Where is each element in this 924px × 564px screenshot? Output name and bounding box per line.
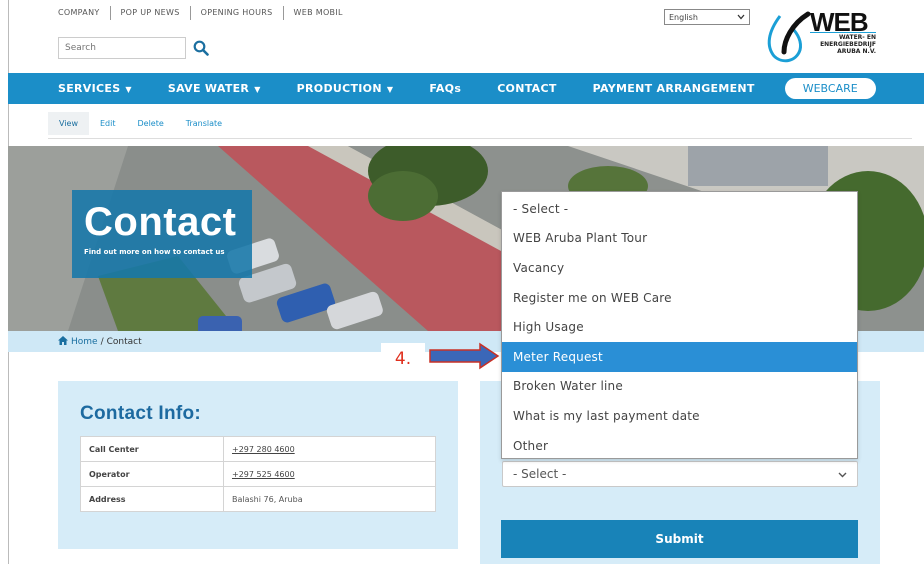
second-select-value: - Select - <box>513 467 567 481</box>
page-subtitle: Find out more on how to contact us <box>84 248 225 256</box>
table-row: Call Center +297 280 4600 <box>80 436 436 462</box>
logo-divider <box>810 32 876 33</box>
chevron-down-icon <box>737 13 745 22</box>
dropdown-option[interactable]: High Usage <box>502 312 857 342</box>
nav-production[interactable]: PRODUCTION ▼ <box>297 82 394 95</box>
breadcrumb-home-link[interactable]: Home <box>71 337 98 347</box>
dropdown-option[interactable]: Other <box>502 431 857 461</box>
nav-services[interactable]: SERVICES ▼ <box>58 82 132 95</box>
table-row: Operator +297 525 4600 <box>80 461 436 487</box>
submit-button[interactable]: Submit <box>501 520 858 558</box>
nav-save-water[interactable]: SAVE WATER ▼ <box>168 82 261 95</box>
web-aruba-logo[interactable]: WEB WATER- EN ENERGIEBEDRIJF ARUBA N.V. <box>762 6 882 64</box>
nav-label: CONTACT <box>497 82 557 95</box>
logo-subtitle-line: WATER- EN <box>838 34 876 41</box>
logo-subtitle-line: ENERGIEBEDRIJF <box>820 41 876 48</box>
tabs-divider <box>48 138 912 139</box>
nav-label: PAYMENT ARRANGEMENT <box>592 82 755 95</box>
contact-label: Call Center <box>80 436 224 462</box>
admin-tabs: View Edit Delete Translate <box>48 112 233 135</box>
contact-info-table: Call Center +297 280 4600 Operator +297 … <box>80 436 436 512</box>
nav-contact[interactable]: CONTACT <box>497 82 556 95</box>
language-select[interactable]: English <box>664 9 750 25</box>
home-icon[interactable] <box>58 336 68 348</box>
contact-value: +297 280 4600 <box>223 436 436 462</box>
call-center-phone-link[interactable]: +297 280 4600 <box>232 445 295 454</box>
nav-label: PRODUCTION <box>296 82 382 95</box>
nav-label: SERVICES <box>58 82 121 95</box>
tab-view[interactable]: View <box>48 112 89 135</box>
nav-payment-arrangement[interactable]: PAYMENT ARRANGEMENT <box>593 82 755 95</box>
search-bar <box>58 37 212 59</box>
chevron-down-icon <box>838 467 847 481</box>
breadcrumb-separator: / <box>100 337 104 347</box>
water-drop-icon <box>767 11 811 63</box>
dropdown-option-selected[interactable]: Meter Request <box>502 341 857 372</box>
hero-title-box: Contact Find out more on how to contact … <box>72 190 252 278</box>
annotation-arrow-icon <box>429 342 500 370</box>
contact-info-title: Contact Info: <box>80 403 202 424</box>
caret-down-icon: ▼ <box>386 85 394 94</box>
language-value: English <box>669 12 698 22</box>
contact-value: +297 525 4600 <box>223 461 436 487</box>
nav-faqs[interactable]: FAQs <box>429 82 461 95</box>
annotation-step-label: 4. <box>381 343 425 375</box>
dropdown-option[interactable]: Register me on WEB Care <box>502 283 857 313</box>
nav-label: FAQs <box>429 82 462 95</box>
breadcrumb: Home / Contact <box>58 336 142 348</box>
top-link-company[interactable]: COMPANY <box>58 6 110 20</box>
top-link-pop-up-news[interactable]: POP UP NEWS <box>109 6 190 20</box>
tab-delete[interactable]: Delete <box>126 112 174 135</box>
dropdown-option[interactable]: Broken Water line <box>502 372 857 402</box>
dropdown-option[interactable]: WEB Aruba Plant Tour <box>502 224 857 254</box>
second-select[interactable]: - Select - <box>502 461 858 487</box>
logo-subtitle: WATER- EN ENERGIEBEDRIJF ARUBA N.V. <box>810 34 876 55</box>
top-link-web-mobil[interactable]: WEB MOBIL <box>282 6 353 20</box>
dropdown-option[interactable]: - Select - <box>502 194 857 224</box>
subject-dropdown-list: - Select - WEB Aruba Plant Tour Vacancy … <box>501 191 858 459</box>
tab-translate[interactable]: Translate <box>175 112 233 135</box>
search-input[interactable] <box>58 37 186 59</box>
contact-label: Operator <box>80 461 224 487</box>
nav-label: SAVE WATER <box>167 82 250 95</box>
dropdown-option[interactable]: Vacancy <box>502 253 857 283</box>
page-title: Contact <box>84 200 237 244</box>
search-icon[interactable] <box>190 37 212 59</box>
address-value: Balashi 76, Aruba <box>223 486 436 512</box>
dropdown-option[interactable]: What is my last payment date <box>502 401 857 431</box>
main-nav: SERVICES ▼ SAVE WATER ▼ PRODUCTION ▼ FAQs C… <box>8 73 924 104</box>
table-row: Address Balashi 76, Aruba <box>80 486 436 512</box>
operator-phone-link[interactable]: +297 525 4600 <box>232 470 295 479</box>
top-links: COMPANY POP UP NEWS OPENING HOURS WEB MO… <box>58 6 353 20</box>
tab-edit[interactable]: Edit <box>89 112 127 135</box>
nav-webcare-button[interactable]: WEBCARE <box>784 78 876 99</box>
caret-down-icon: ▼ <box>125 85 132 94</box>
caret-down-icon: ▼ <box>254 85 261 94</box>
breadcrumb-current: Contact <box>106 337 142 347</box>
contact-label: Address <box>80 486 224 512</box>
logo-subtitle-line: ARUBA N.V. <box>837 48 876 55</box>
top-link-opening-hours[interactable]: OPENING HOURS <box>189 6 283 20</box>
